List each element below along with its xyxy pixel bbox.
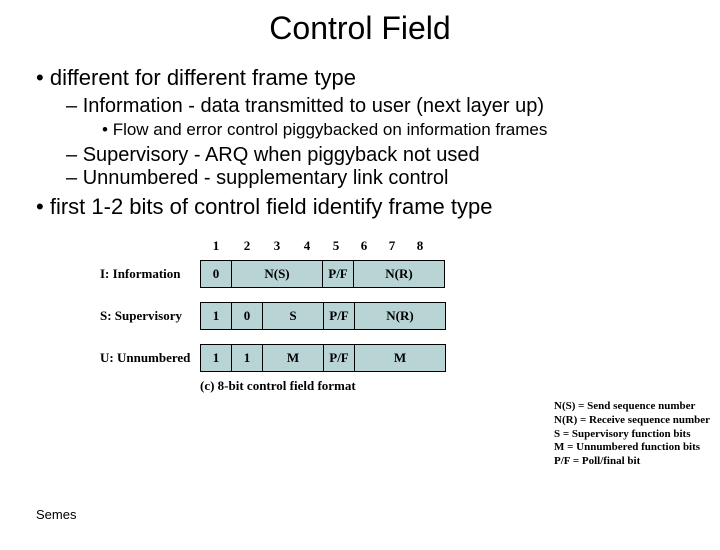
bullet-1a1: Flow and error control piggybacked on in…: [102, 120, 702, 140]
cell: M: [355, 345, 445, 371]
cell: 1: [201, 303, 232, 329]
cell: P/F: [324, 345, 355, 371]
bullet-1c: Unnumbered - supplementary link control: [66, 167, 702, 190]
bullet-1: different for different frame type Infor…: [36, 65, 702, 190]
cell: P/F: [323, 261, 354, 287]
cell: S: [263, 303, 324, 329]
cell: 0: [201, 261, 232, 287]
legend-line: S = Supervisory function bits: [554, 428, 710, 442]
legend: N(S) = Send sequence number N(R) = Recei…: [554, 400, 710, 469]
cell: 1: [232, 345, 263, 371]
row-unnumbered: U: Unnumbered 1 1 M P/F M: [100, 344, 720, 372]
slide-body: different for different frame type Infor…: [0, 65, 720, 220]
diagram-caption: (c) 8-bit control field format: [200, 378, 720, 394]
cell: P/F: [324, 303, 355, 329]
row-information: I: Information 0 N(S) P/F N(R): [100, 260, 720, 288]
legend-line: N(S) = Send sequence number: [554, 400, 710, 414]
legend-line: N(R) = Receive sequence number: [554, 414, 710, 428]
cell: M: [263, 345, 324, 371]
page-title: Control Field: [0, 10, 720, 47]
cell: 1: [201, 345, 232, 371]
legend-line: P/F = Poll/final bit: [554, 455, 710, 469]
cell: N(R): [355, 303, 445, 329]
legend-line: M = Unnumbered function bits: [554, 441, 710, 455]
row-supervisory: S: Supervisory 1 0 S P/F N(R): [100, 302, 720, 330]
row-label-info: I: Information: [100, 266, 200, 282]
row-label-unn: U: Unnumbered: [100, 350, 200, 366]
bullet-1a: Information - data transmitted to user (…: [66, 95, 702, 140]
footer-text: Semes: [36, 507, 76, 522]
bullet-1b: Supervisory - ARQ when piggyback not use…: [66, 144, 702, 167]
row-label-sup: S: Supervisory: [100, 308, 200, 324]
cell: N(R): [354, 261, 444, 287]
cell: 0: [232, 303, 263, 329]
bullet-2: first 1-2 bits of control field identify…: [36, 194, 702, 220]
column-numbers: 12345678: [200, 238, 720, 254]
cell: N(S): [232, 261, 323, 287]
control-field-diagram: 12345678 I: Information 0 N(S) P/F N(R) …: [100, 238, 720, 394]
